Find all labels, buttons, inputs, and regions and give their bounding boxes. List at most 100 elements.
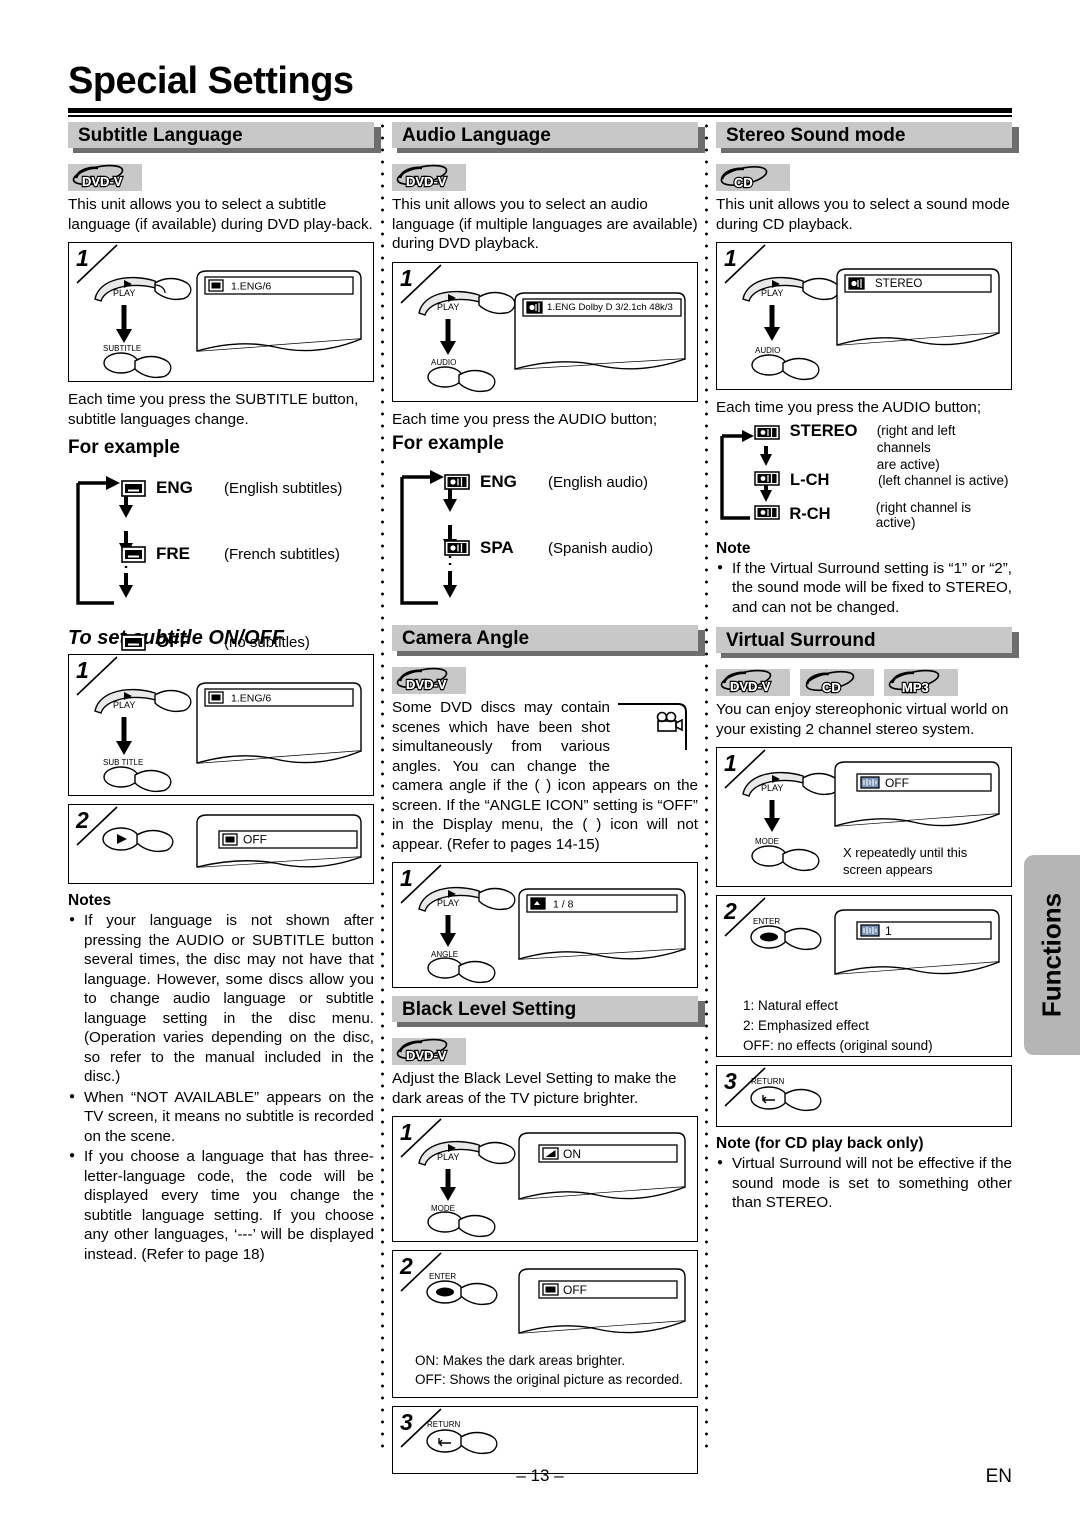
flow-desc: (left channel is active): [878, 473, 1009, 488]
svg-text:DVD-V: DVD-V: [82, 174, 123, 189]
section-header-audio-language: Audio Language: [392, 122, 705, 153]
step-number: 1: [400, 865, 413, 891]
figure-virtual-surround-step3: 3 RETURN: [716, 1065, 1012, 1127]
disc-badges: DVD-V DVD-V: [392, 667, 698, 694]
section-title: Subtitle Language: [78, 125, 243, 146]
flow-desc: (English audio): [548, 473, 649, 491]
step-number: 1: [400, 1119, 413, 1145]
section-header-black-level: Black Level Setting: [392, 996, 705, 1027]
svg-text:SUB TITLE: SUB TITLE: [103, 758, 143, 767]
step-number: 3: [724, 1068, 737, 1094]
flow-code: SPA: [480, 538, 514, 557]
osd-text-audio-step1: 1.ENG Dolby D 3/2.1ch 48k/3: [547, 302, 673, 313]
flow-item: ENG (English audio): [440, 465, 698, 499]
step-number: 1: [76, 245, 89, 271]
note-item: When “NOT AVAILABLE” appears on the TV s…: [68, 1087, 374, 1147]
section-title: Black Level Setting: [402, 999, 577, 1020]
black-level-caption-off: OFF: Shows the original picture as recor…: [415, 1372, 683, 1387]
note-item: If you choose a language that has three-…: [68, 1146, 374, 1264]
figure-subtitle-onoff-step2: 2 OFF: [68, 804, 374, 884]
step-number: 2: [724, 898, 737, 924]
flow-desc: (right channel is active): [875, 499, 972, 530]
flow-code: L-CH: [790, 471, 830, 489]
language-mark: EN: [985, 1466, 1012, 1487]
figure-stereo-step1: 1 PLAY AUDIO STEREO: [716, 242, 1012, 390]
virtual-surround-notes-list: Virtual Surround will not be effective i…: [716, 1153, 1012, 1213]
stereo-notes-list: If the Virtual Surround setting is “1” o…: [716, 558, 1012, 618]
virtual-surround-intro: You can enjoy stereophonic virtual world…: [716, 701, 1009, 738]
svg-text:MODE: MODE: [755, 837, 779, 846]
flow-code: STEREO: [789, 421, 858, 440]
dvdv-badge-icon: DVD-V DVD-V: [68, 164, 142, 191]
audio-after-text: Each time you press the AUDIO button;: [392, 410, 658, 428]
notes-list: If your language is not shown after pres…: [68, 910, 374, 1264]
step-number: 1: [724, 245, 737, 271]
subtitle-icon: [116, 633, 150, 651]
audio-icon: [754, 504, 789, 525]
flow-code: ENG: [480, 472, 517, 491]
step-number: 1: [724, 750, 737, 776]
disc-badges: DVD-V DVD-V: [68, 164, 374, 191]
osd-text-stereo-step1: STEREO: [875, 278, 922, 290]
osd-text-subtitle-step1: 1.ENG/6: [231, 281, 271, 293]
cd-badge-icon: CD CD: [800, 669, 874, 696]
disc-badges: DVD-V DVD-V CD CD MP3 MP3: [716, 669, 1012, 696]
section-title: Stereo Sound mode: [726, 125, 906, 146]
subtitle-icon: [116, 545, 150, 563]
svg-text:PLAY: PLAY: [113, 700, 135, 710]
title-rule: [68, 108, 1012, 113]
audio-flow-list: ENG (English audio) SPA (Spanish audio): [392, 461, 698, 649]
section-title: Camera Angle: [402, 628, 530, 649]
flow-code: OFF: [156, 632, 190, 651]
column-divider-2: [705, 120, 708, 1450]
svg-text:CD: CD: [734, 175, 753, 190]
osd-text-surround-step2: 1: [885, 924, 892, 938]
svg-text:AUDIO: AUDIO: [755, 346, 780, 355]
osd-text-surround-step1: OFF: [885, 776, 909, 790]
note-item: If the Virtual Surround setting is “1” o…: [716, 558, 1012, 618]
manual-page: Special Settings Subtitle Language DVD-V…: [0, 0, 1080, 1526]
step-number: 1: [76, 657, 89, 683]
stereo-after-text: Each time you press the AUDIO button;: [716, 399, 982, 416]
osd-text-onoff-step1: 1.ENG/6: [231, 693, 271, 705]
audio-icon: [440, 540, 474, 556]
section-header-camera-angle: Camera Angle: [392, 625, 705, 656]
section-title: Audio Language: [402, 125, 551, 146]
disc-badges: DVD-V DVD-V: [392, 164, 698, 191]
figure-virtual-surround-step2: 2 ENTER 1 1: Natural effect 2: Emphasize…: [716, 895, 1012, 1057]
svg-text:DVD-V: DVD-V: [406, 1048, 447, 1063]
flow-item: FRE (French subtitles): [116, 537, 374, 571]
figure-black-level-step1: 1 PLAY MODE ON: [392, 1116, 698, 1242]
column-middle: Audio Language DVD-V DVD-V This unit all…: [392, 122, 705, 1482]
flow-desc-line2: are active): [876, 456, 940, 472]
flow-desc: (right and left channels: [876, 422, 956, 455]
notes-heading: Notes: [68, 892, 112, 909]
dvdv-badge-icon: DVD-V DVD-V: [392, 1038, 466, 1065]
flow-desc: (English subtitles): [224, 479, 343, 497]
osd-text-blacklevel-step1: ON: [563, 1147, 581, 1161]
for-example-heading: For example: [392, 433, 504, 454]
note-item: Virtual Surround will not be effective i…: [716, 1153, 1012, 1213]
disc-badges: DVD-V DVD-V: [392, 1038, 698, 1065]
osd-text-onoff-step2: OFF: [243, 833, 267, 847]
figure-audio-step1: 1 PLAY AUDIO 1.ENG Dolby D 3/2.1ch 48k/3: [392, 261, 698, 402]
mp3-badge-icon: MP3 MP3: [884, 669, 958, 696]
section-header-virtual-surround: Virtual Surround: [716, 627, 1019, 658]
subtitle-after-text: Each time you press the SUBTITLE button,…: [68, 391, 359, 428]
stereo-flow-list: STEREO (right and left channels are acti…: [716, 422, 1012, 534]
svg-text:DVD-V: DVD-V: [730, 679, 771, 694]
title-rule-thin: [68, 115, 1012, 117]
audio-icon: [754, 422, 790, 445]
subtitle-intro-text: This unit allows you to select a subtitl…: [68, 196, 373, 233]
flow-code: FRE: [156, 544, 190, 563]
flow-desc: (Spanish audio): [548, 539, 654, 557]
svg-text:MP3: MP3: [902, 680, 929, 695]
stereo-intro: This unit allows you to select a sound m…: [716, 196, 1010, 233]
section-title: Virtual Surround: [726, 630, 876, 651]
column-left: Subtitle Language DVD-V DVD-V This unit …: [68, 122, 381, 1265]
page-number: – 13 –: [516, 1466, 564, 1485]
virtual-surround-caption-off: OFF: no effects (original sound): [743, 1038, 933, 1053]
section-header-stereo-sound: Stereo Sound mode: [716, 122, 1019, 153]
figure-subtitle-onoff-step1: 1 PLAY SUB TITLE 1.ENG/6: [68, 654, 374, 796]
disc-badges: CD CD: [716, 164, 1012, 191]
